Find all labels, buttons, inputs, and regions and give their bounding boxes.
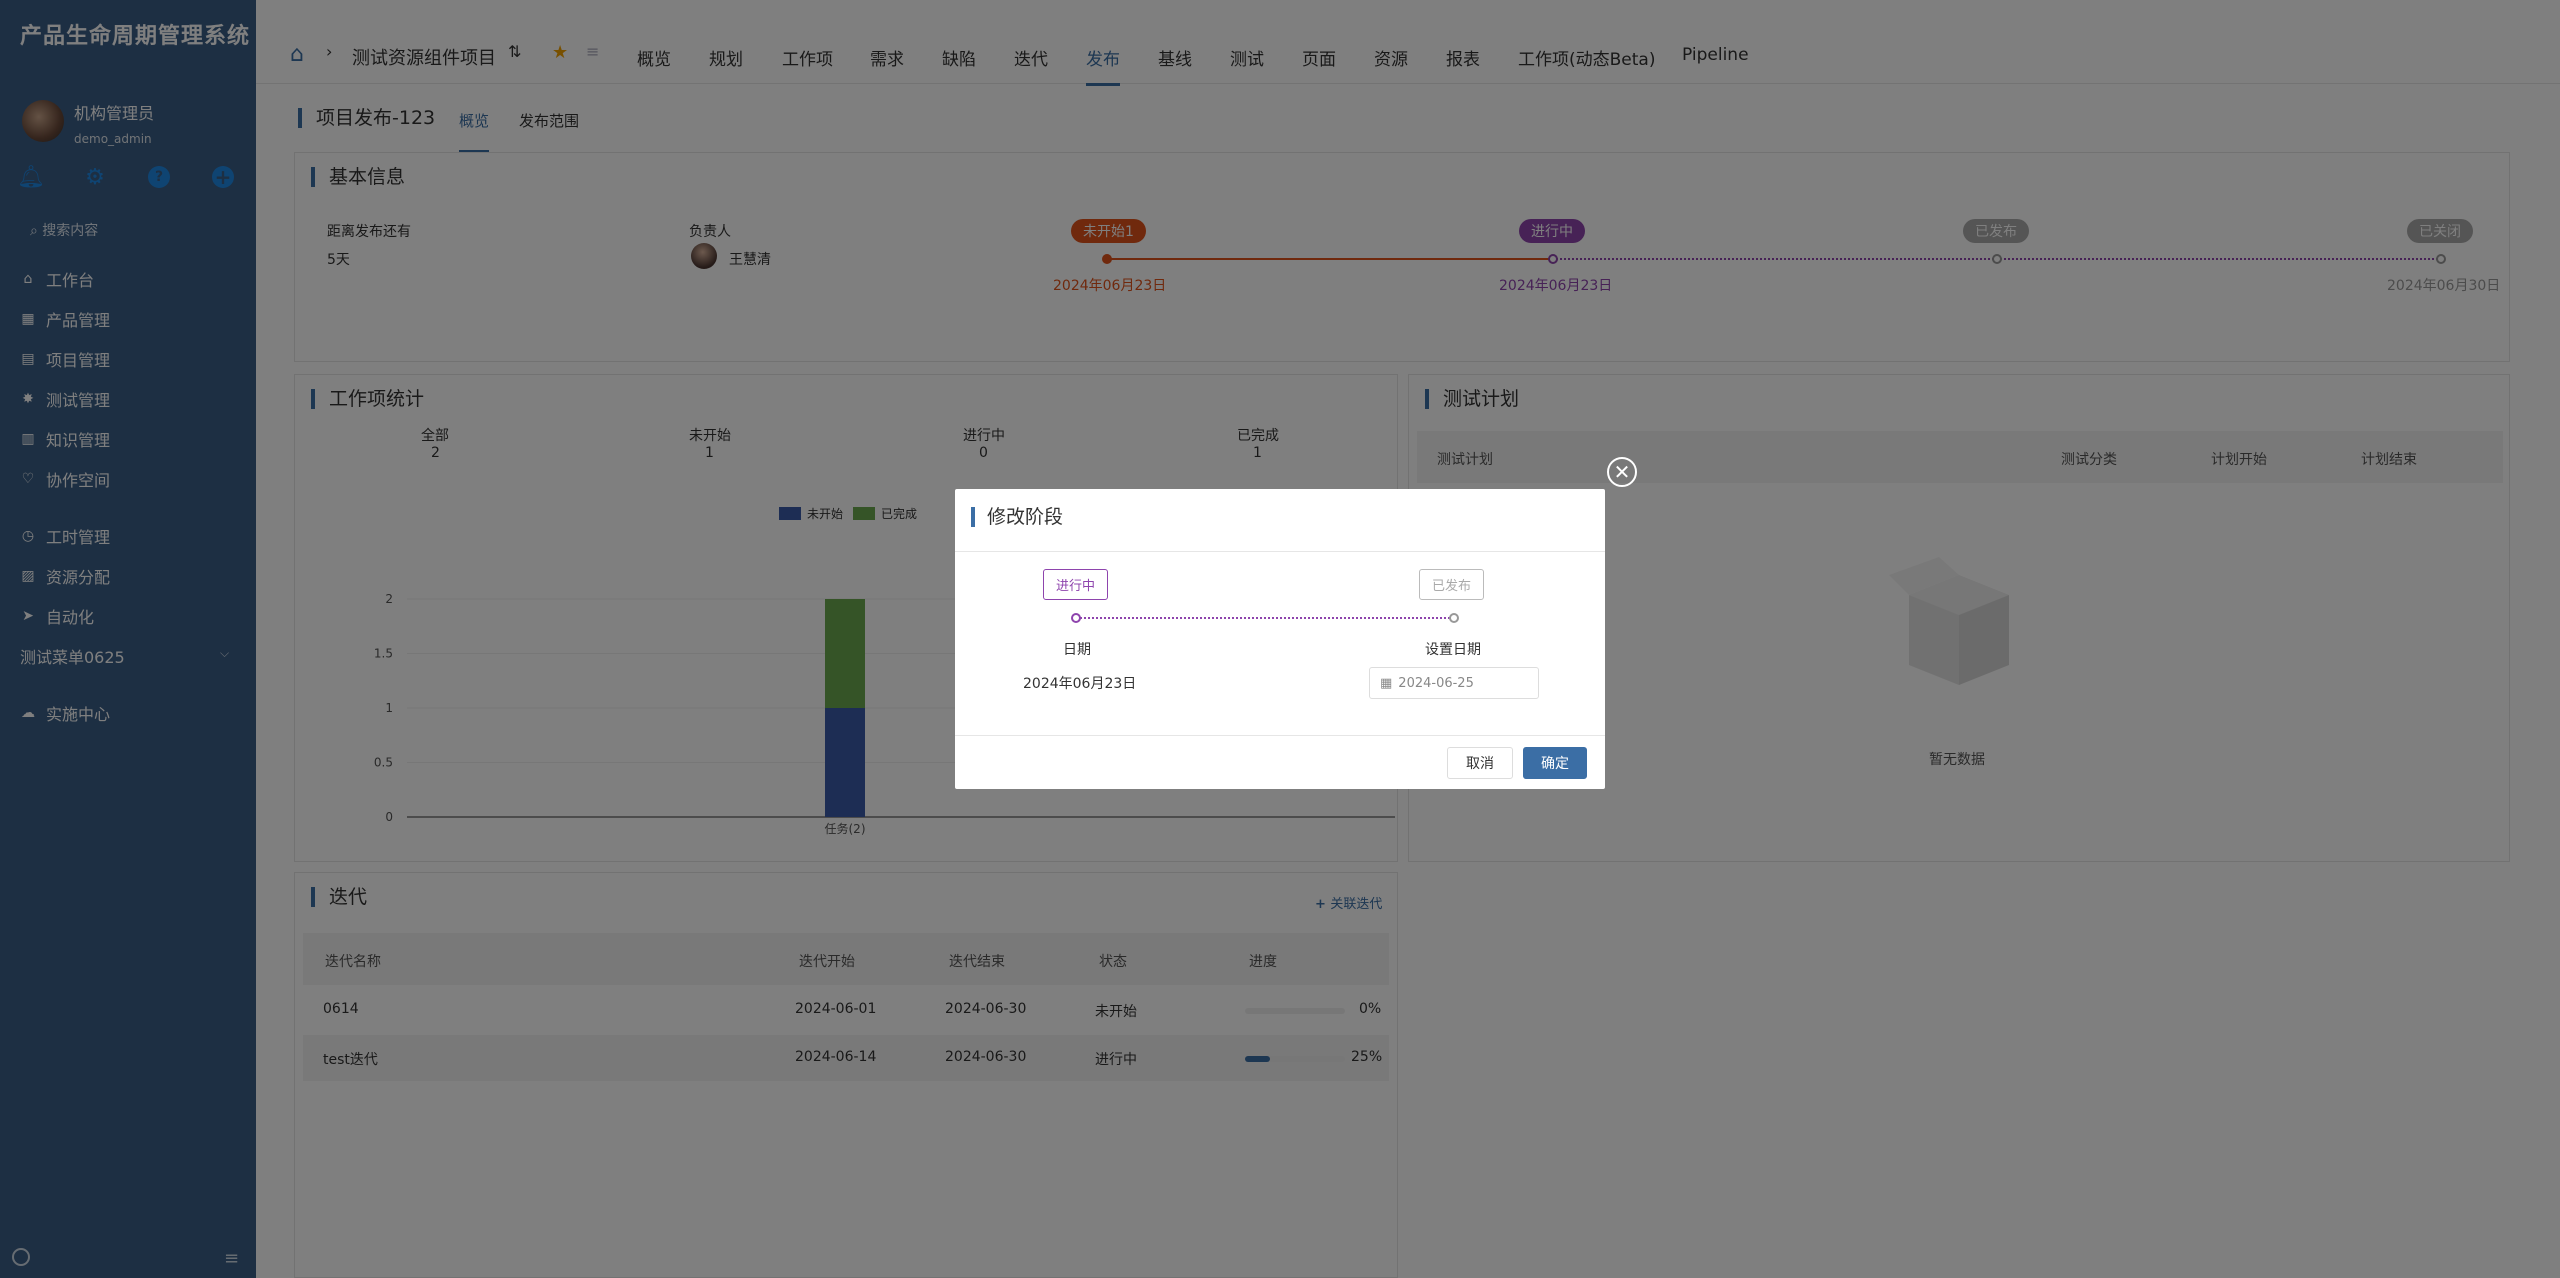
modify-stage-dialog: 修改阶段 进行中 已发布 日期 2024年06月23日 设置日期 ▦ 2024-0…: [955, 489, 1605, 789]
dialog-divider-top: [955, 551, 1605, 552]
set-date-input[interactable]: ▦ 2024-06-25: [1369, 667, 1539, 699]
calendar-icon: ▦: [1380, 675, 1393, 691]
to-stage-badge: 已发布: [1419, 569, 1485, 600]
from-stage-badge: 进行中: [1043, 569, 1109, 600]
cancel-button[interactable]: 取消: [1447, 747, 1513, 779]
dialog-stage-line: [1077, 617, 1453, 619]
date-label: 日期: [1063, 642, 1091, 658]
dialog-dot-to: [1449, 613, 1459, 623]
dialog-dot-from: [1071, 613, 1081, 623]
close-icon[interactable]: ✕: [1607, 457, 1637, 487]
date-value: 2024年06月23日: [1023, 676, 1137, 692]
confirm-button[interactable]: 确定: [1523, 747, 1587, 779]
dialog-divider-bottom: [955, 735, 1605, 736]
set-date-label: 设置日期: [1425, 642, 1481, 658]
dialog-title: 修改阶段: [971, 507, 1063, 527]
